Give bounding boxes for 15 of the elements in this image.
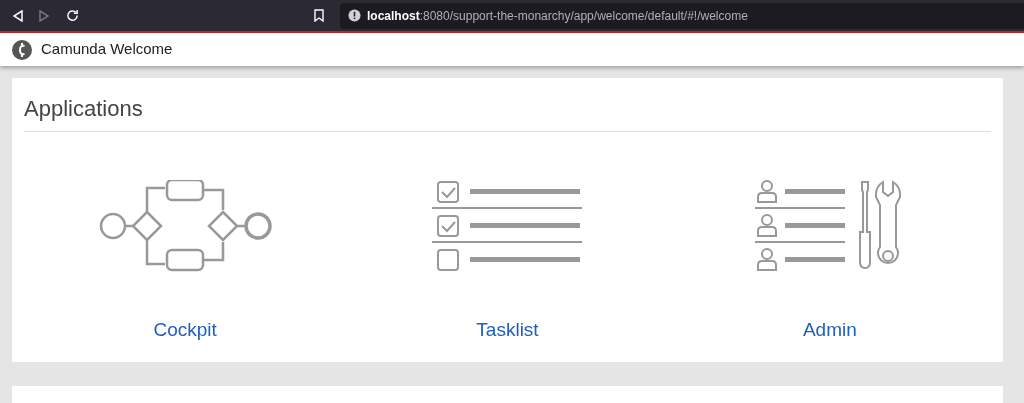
- address-bar[interactable]: localhost:8080/support-the-monarchy/app/welcome/default/#!/welcome: [340, 2, 1024, 29]
- info-icon[interactable]: [348, 9, 361, 22]
- checklist-icon: [432, 180, 583, 272]
- section-heading: Applications: [24, 92, 991, 132]
- app-title: Camunda Welcome: [41, 39, 173, 60]
- url-text: localhost:8080/support-the-monarchy/app/welcome/default/#!/welcome: [367, 7, 748, 25]
- app-link[interactable]: Tasklist: [476, 316, 539, 345]
- bookmark-icon[interactable]: [314, 9, 324, 22]
- logo-icon: [12, 39, 32, 60]
- back-icon[interactable]: [12, 9, 24, 22]
- process-diagram-icon: [97, 180, 274, 272]
- app-link[interactable]: Cockpit: [153, 316, 217, 345]
- reload-icon[interactable]: [66, 9, 79, 22]
- forward-icon[interactable]: [38, 9, 50, 22]
- app-link[interactable]: Admin: [802, 316, 857, 345]
